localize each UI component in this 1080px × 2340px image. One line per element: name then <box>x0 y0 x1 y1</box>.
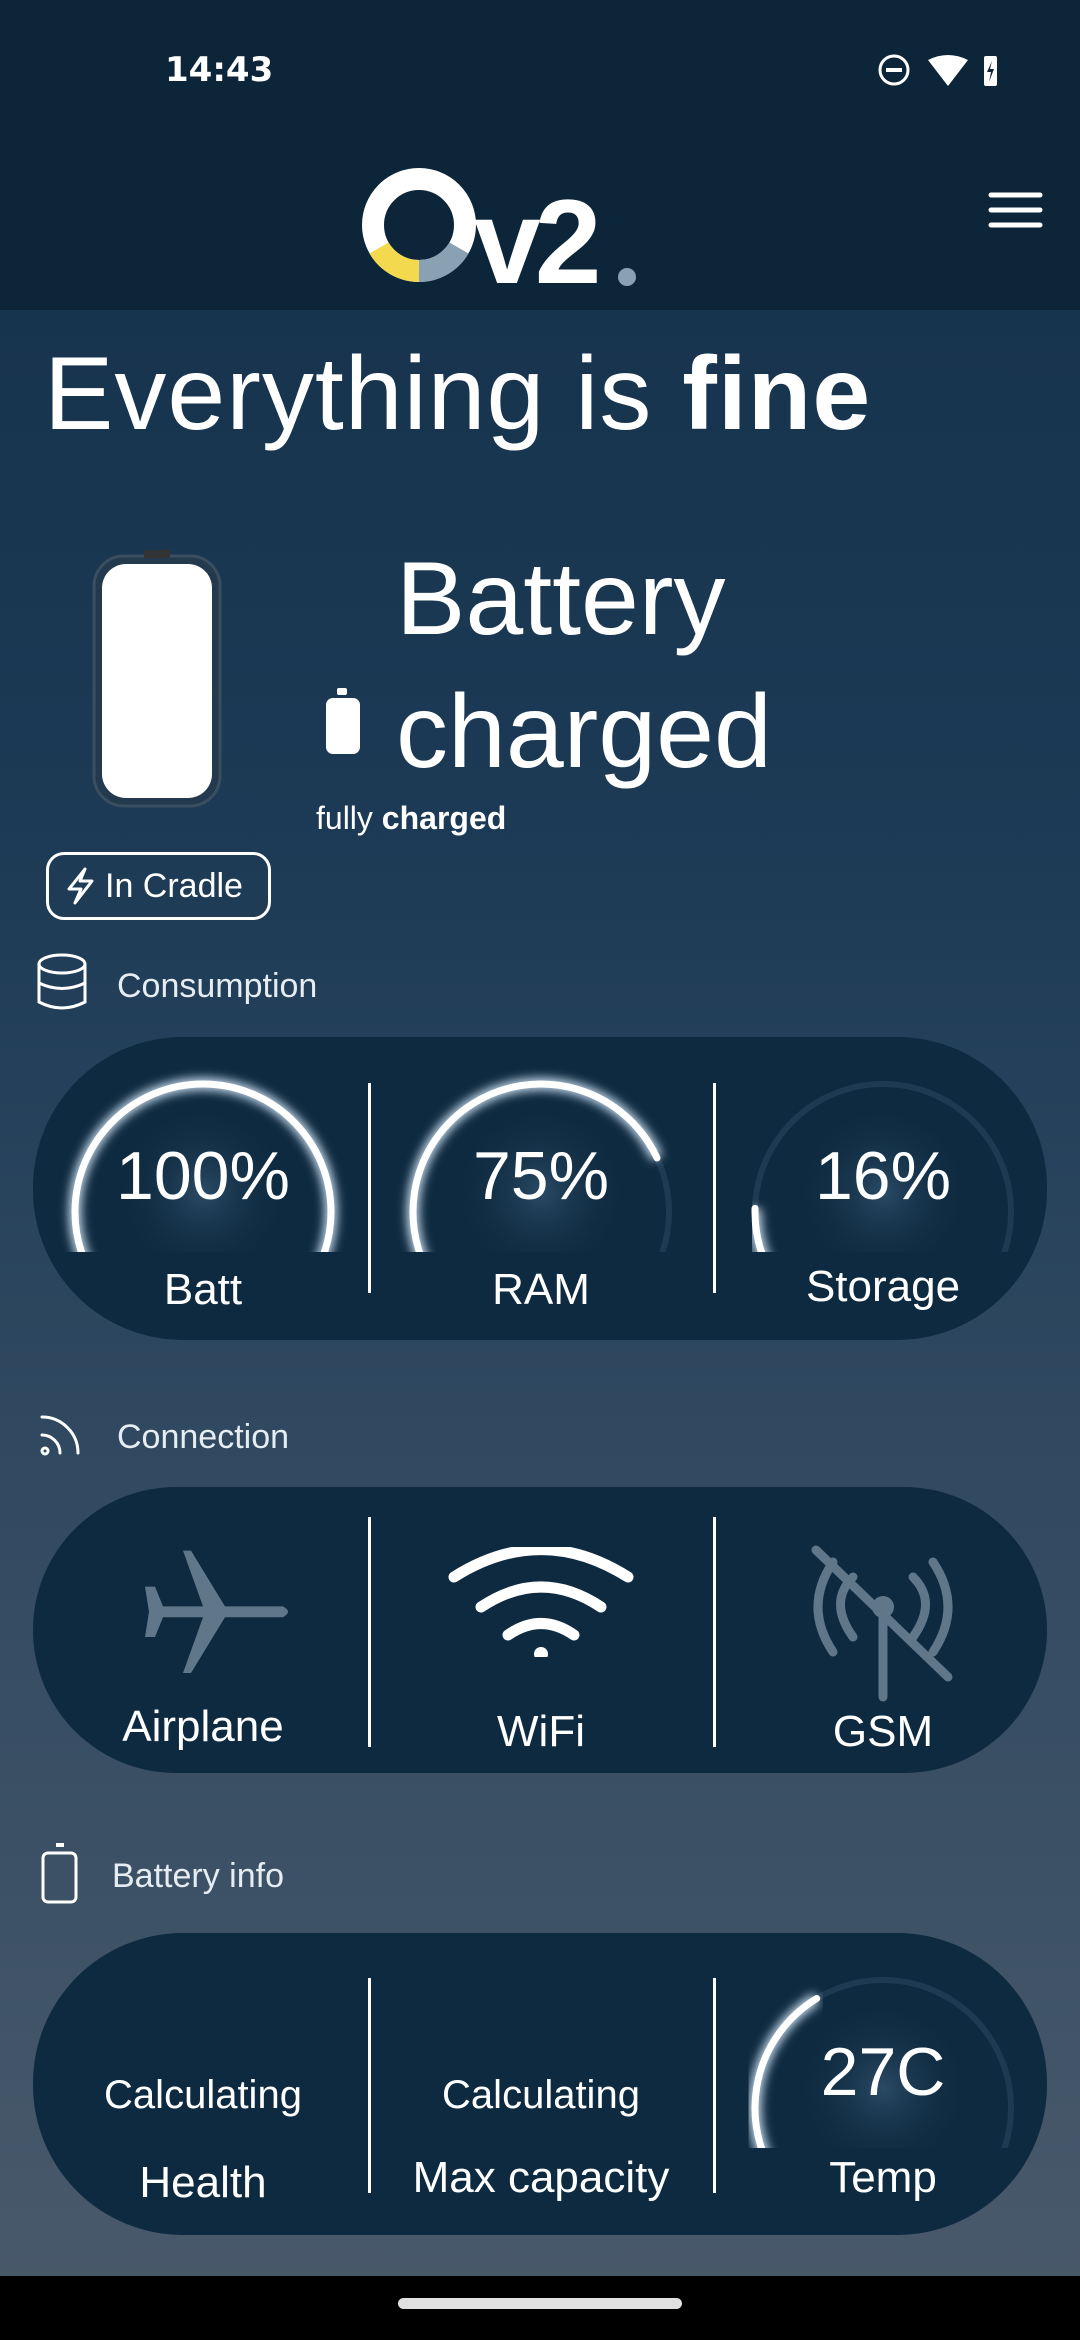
menu-button[interactable] <box>988 190 1044 230</box>
in-cradle-label: In Cradle <box>105 866 243 905</box>
device-battery-image <box>92 550 222 808</box>
consumption-card: 100% 75% 16% Batt RAM Storage <box>33 1037 1047 1340</box>
divider <box>368 1517 371 1747</box>
svg-text:v2: v2 <box>474 175 597 290</box>
status-icons <box>878 54 997 86</box>
gsm-toggle[interactable]: GSM <box>733 1487 1033 1773</box>
battery-substatus: fully charged <box>316 800 506 837</box>
airplane-icon <box>145 1550 288 1673</box>
navigation-bar <box>0 2276 1080 2340</box>
database-icon <box>37 953 87 1010</box>
airplane-label: Airplane <box>122 1702 284 1751</box>
connection-card: Airplane WiFi GSM <box>33 1487 1047 1773</box>
connection-heading: Connection <box>117 1418 290 1456</box>
battery-full-icon <box>326 688 360 754</box>
status-time: 14:43 <box>165 50 274 90</box>
divider <box>713 1083 716 1293</box>
substatus-bold: charged <box>381 800 507 836</box>
max-capacity-value: Calculating <box>442 2073 640 2117</box>
batt-value: 100% <box>116 1138 290 1214</box>
headline-bold: fine <box>682 336 872 452</box>
in-cradle-badge: In Cradle <box>46 852 271 920</box>
hamburger-menu-icon <box>988 192 1043 228</box>
app-header: v2 <box>0 130 1080 310</box>
battery-info-card: Calculating Health Calculating Max capac… <box>33 1933 1047 2235</box>
wifi-icon <box>448 1547 634 1657</box>
substatus-text: fully <box>316 800 382 836</box>
temp-value: 27C <box>820 2034 946 2110</box>
ram-label: RAM <box>492 1265 590 1314</box>
consumption-heading: Consumption <box>117 967 318 1005</box>
gsm-label: GSM <box>832 1707 934 1756</box>
health-value: Calculating <box>104 2073 302 2117</box>
battery-title: Battery <box>396 541 726 657</box>
wifi-toggle[interactable]: WiFi <box>391 1487 691 1773</box>
battery-info-heading: Battery info <box>112 1857 284 1895</box>
temp-label: Temp <box>829 2153 937 2202</box>
wifi-label: WiFi <box>497 1707 585 1756</box>
ram-value: 75% <box>472 1138 610 1214</box>
divider <box>713 1517 716 1747</box>
health-label: Health <box>139 2158 267 2207</box>
wifi-icon <box>928 55 968 86</box>
storage-label: Storage <box>805 1262 961 1311</box>
headline-text: Everything is <box>44 336 683 452</box>
max-capacity-label: Max capacity <box>412 2153 670 2202</box>
lightning-icon <box>67 867 94 905</box>
battery-charging-icon <box>984 56 997 86</box>
do-not-disturb-icon <box>878 54 910 86</box>
battery-status: charged <box>396 674 772 790</box>
ov2-logo: v2 <box>362 168 636 290</box>
divider <box>713 1978 716 2193</box>
status-headline: Everything is fine <box>44 335 871 454</box>
home-gesture-handle[interactable] <box>398 2298 682 2309</box>
airplane-toggle[interactable]: Airplane <box>53 1487 353 1773</box>
divider <box>368 1083 371 1293</box>
battery-outline-icon <box>41 1843 78 1904</box>
rss-signal-icon <box>40 1415 80 1456</box>
storage-value: 16% <box>814 1138 952 1214</box>
status-bar: 14:43 <box>0 0 1080 130</box>
batt-label: Batt <box>163 1265 243 1314</box>
divider <box>368 1978 371 2193</box>
cell-tower-off-icon <box>811 1545 953 1702</box>
